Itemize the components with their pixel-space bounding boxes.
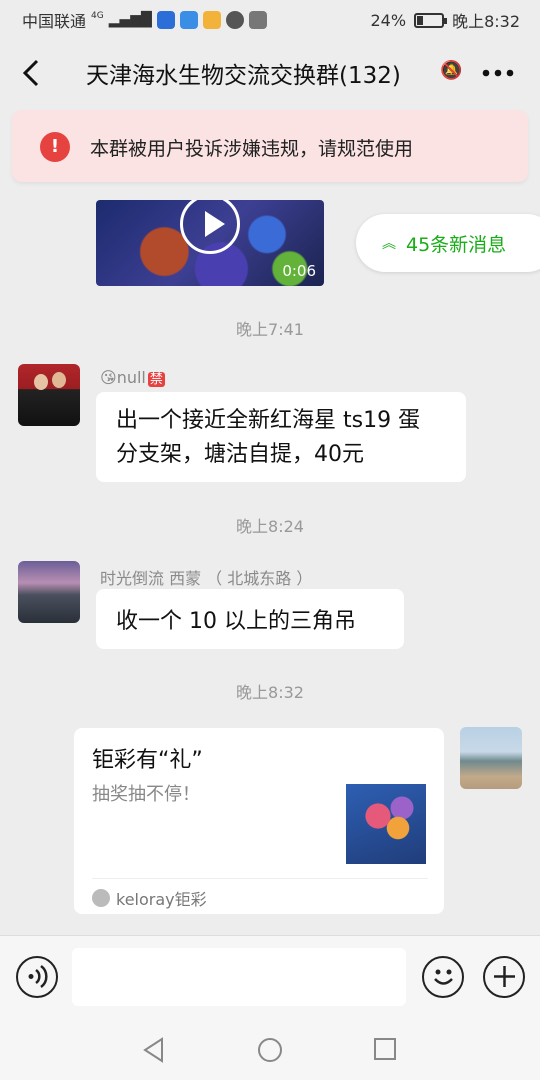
- voice-button[interactable]: [16, 956, 58, 998]
- home-circle-icon[interactable]: [257, 1037, 283, 1063]
- status-left: 中国联通 4G ▂▄▆█: [22, 8, 267, 32]
- signal-icon: ▂▄▆█: [108, 12, 152, 28]
- input-bar: [0, 935, 540, 1015]
- clock: 晚上8:32: [452, 12, 520, 31]
- card-source: keloray钜彩: [92, 886, 207, 910]
- chat-area[interactable]: 0:06 ︽ 45条新消息 晚上7:41 😘null 禁 出一个接近全新红海星 t…: [0, 182, 540, 935]
- network-label: 4G: [91, 11, 104, 21]
- chat-title[interactable]: 天津海水生物交流交换群(132): [86, 56, 401, 90]
- mute-bell-icon: 🔕: [440, 60, 463, 81]
- timestamp: 晚上7:41: [236, 320, 304, 339]
- chevron-left-icon: [22, 59, 39, 87]
- video-message[interactable]: 0:06: [96, 200, 324, 286]
- back-triangle-icon[interactable]: [142, 1037, 166, 1063]
- plus-button[interactable]: [483, 956, 525, 998]
- timestamp: 晚上8:24: [236, 517, 304, 536]
- message-bubble[interactable]: 收一个 10 以上的三角吊: [96, 589, 404, 649]
- dictionary-notification-icon: [248, 11, 267, 29]
- app-notification-icon: [156, 11, 175, 29]
- warning-icon: !: [40, 132, 70, 162]
- message-bubble[interactable]: 出一个接近全新红海星 ts19 蛋 分支架，塘沽自提，40元: [96, 392, 466, 482]
- message-text-line: 出一个接近全新红海星 ts19 蛋: [116, 408, 421, 433]
- voice-icon: [28, 964, 48, 989]
- play-icon[interactable]: [180, 200, 240, 254]
- avatar[interactable]: [18, 364, 80, 426]
- back-button[interactable]: [16, 54, 48, 92]
- warning-text: 本群被用户投诉涉嫌违规，请规范使用: [90, 138, 414, 160]
- avatar[interactable]: [18, 561, 80, 623]
- game-notification-icon: [202, 11, 221, 29]
- compass-notification-icon: [225, 11, 244, 29]
- emoji-button[interactable]: [422, 956, 464, 998]
- muted-badge: 禁: [147, 372, 165, 387]
- card-description: 抽奖抽不停！: [92, 784, 200, 805]
- system-nav-bar: [0, 1015, 540, 1080]
- card-thumbnail: [346, 784, 426, 864]
- new-messages-label: 45条新消息: [406, 233, 507, 256]
- card-divider: [92, 878, 428, 879]
- double-chevron-up-icon: ︽: [382, 236, 396, 252]
- message-text: 收一个 10 以上的三角吊: [116, 609, 356, 634]
- battery-icon: [414, 12, 448, 28]
- card-title: 钜彩有“礼”: [92, 748, 203, 773]
- message-text-line: 分支架，塘沽自提，40元: [116, 442, 364, 467]
- link-card[interactable]: 钜彩有“礼” 抽奖抽不停！ keloray钜彩: [74, 728, 444, 914]
- battery-percent: 24%: [370, 10, 407, 30]
- video-duration: 0:06: [282, 262, 316, 280]
- message-input[interactable]: [72, 948, 406, 1006]
- sender-name: 时光倒流 西蒙 （ 北城东路 ）: [100, 569, 313, 588]
- new-messages-button[interactable]: ︽ 45条新消息: [356, 214, 540, 272]
- timestamp: 晚上8:32: [236, 683, 304, 702]
- sender-name: 😘null 禁: [100, 368, 165, 387]
- complaint-warning-banner[interactable]: ! 本群被用户投诉涉嫌违规，请规范使用: [12, 110, 528, 182]
- my-avatar[interactable]: [460, 727, 522, 789]
- source-logo-icon: [92, 889, 110, 907]
- plus-icon: [493, 966, 515, 987]
- emoji-kiss-icon: 😘: [100, 368, 117, 387]
- status-bar: 中国联通 4G ▂▄▆█ 24% 晚上8:32: [0, 0, 540, 36]
- title-bar: 天津海水生物交流交换群(132) 🔕: [0, 36, 540, 110]
- more-button[interactable]: [478, 54, 518, 90]
- recent-square-icon[interactable]: [373, 1037, 397, 1061]
- carrier-label: 中国联通: [22, 12, 87, 31]
- cloud-notification-icon: [179, 11, 198, 29]
- emoji-icon: [433, 969, 453, 985]
- status-right: 24% 晚上8:32: [371, 8, 521, 32]
- more-dots-icon: [482, 69, 514, 77]
